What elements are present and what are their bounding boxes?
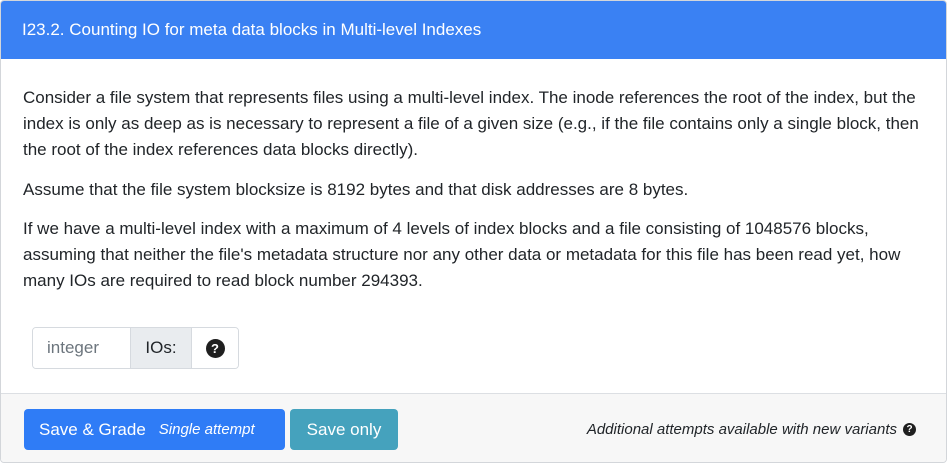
unit-label: IOs: bbox=[131, 328, 192, 368]
answer-input[interactable] bbox=[33, 328, 131, 368]
question-header: I23.2. Counting IO for meta data blocks … bbox=[1, 1, 946, 59]
question-circle-icon[interactable]: ? bbox=[903, 423, 916, 436]
help-button[interactable]: ? bbox=[192, 328, 238, 368]
question-circle-icon[interactable]: ? bbox=[205, 338, 225, 358]
question-paragraph-2: Assume that the file system blocksize is… bbox=[23, 180, 689, 199]
save-only-button[interactable]: Save only bbox=[290, 409, 398, 450]
save-and-grade-button[interactable]: Save & Grade Single attempt bbox=[24, 409, 285, 450]
question-paragraph-3: If we have a multi-level index with a ma… bbox=[23, 219, 901, 290]
attempts-note: Additional attempts available with new v… bbox=[587, 421, 916, 438]
save-and-grade-label: Save & Grade bbox=[39, 419, 146, 439]
question-card: I23.2. Counting IO for meta data blocks … bbox=[0, 0, 947, 463]
save-only-label: Save only bbox=[306, 419, 382, 439]
answer-input-group: IOs: ? bbox=[32, 327, 239, 369]
question-title: I23.2. Counting IO for meta data blocks … bbox=[22, 20, 482, 39]
single-attempt-label: Single attempt bbox=[158, 421, 255, 438]
attempts-note-text: Additional attempts available with new v… bbox=[586, 421, 897, 438]
question-paragraph-1: Consider a file system that represents f… bbox=[23, 88, 919, 159]
question-body: Consider a file system that represents f… bbox=[1, 59, 946, 294]
question-footer: Save & Grade Single attempt Save only Ad… bbox=[1, 393, 946, 462]
